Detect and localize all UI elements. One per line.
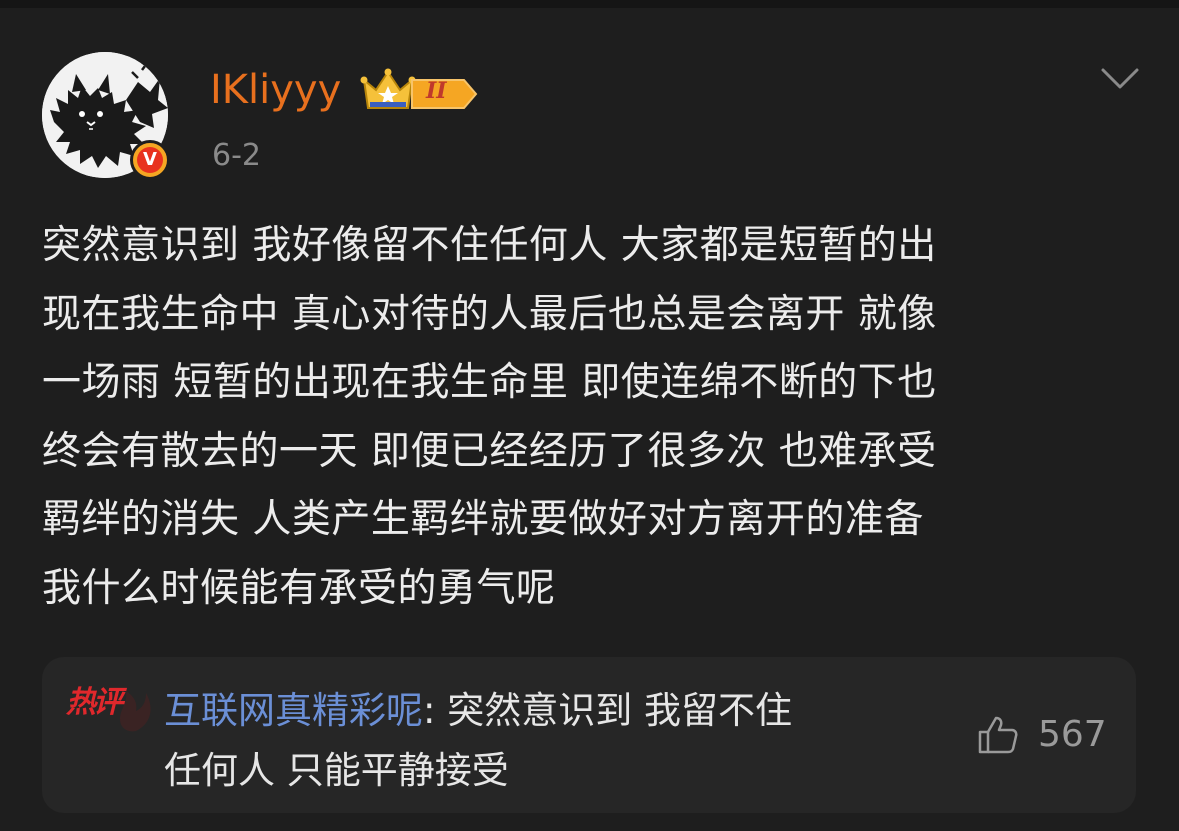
post-content-line: 现在我生命中 真心对待的人最后也总是会离开 就像 xyxy=(42,291,937,337)
hot-comment-card[interactable]: 热评 互联网真精彩呢: 突然意识到 我留不住 任何人 只能平静接受 567 xyxy=(42,657,1136,813)
post-content-line: 终会有散去的一天 即便已经经历了很多次 也难承受 xyxy=(42,428,937,474)
comment-text-line: 任何人 只能平静接受 xyxy=(164,749,509,792)
post-content-line: 突然意识到 我好像留不住任何人 大家都是短暂的出 xyxy=(42,223,937,268)
post-content-line: 一场雨 短暂的出现在我生命里 即使连绵不断的下也 xyxy=(42,360,937,405)
weibo-post-screen: V IKliyyy II 6-2 突然意识到 我好像留不住任何人 大家都是短暂的… xyxy=(0,0,1179,831)
hot-comment-text: 互联网真精彩呢: 突然意识到 我留不住 任何人 只能平静接受 xyxy=(164,681,924,801)
crown-icon xyxy=(360,68,478,109)
post-content-line: 我什么时候能有承受的勇气呢 xyxy=(42,565,556,611)
chevron-down-icon[interactable] xyxy=(1100,66,1140,96)
comment-author[interactable]: 互联网真精彩呢 xyxy=(164,689,423,732)
hot-comment-tag: 热评 xyxy=(66,685,123,720)
comment-text-line: 突然意识到 我留不住 xyxy=(447,689,792,732)
verified-mark: V xyxy=(137,147,163,173)
status-strip xyxy=(0,0,1179,8)
comment-separator: : xyxy=(423,689,448,732)
like-count: 567 xyxy=(1038,714,1107,755)
like-button[interactable]: 567 xyxy=(976,713,1107,757)
verified-badge-icon: V xyxy=(130,140,170,180)
username[interactable]: IKliyyy xyxy=(210,64,341,116)
post-date: 6-2 xyxy=(212,138,261,173)
level-label: II xyxy=(426,78,447,104)
crown-level-badge[interactable]: II xyxy=(360,66,480,120)
post-content: 突然意识到 我好像留不住任何人 大家都是短暂的出 现在我生命中 真心对待的人最后… xyxy=(42,212,1122,623)
post-content-line: 羁绊的消失 人类产生羁绊就要做好对方离开的准备 xyxy=(42,497,924,542)
thumbs-up-icon xyxy=(978,716,1018,754)
